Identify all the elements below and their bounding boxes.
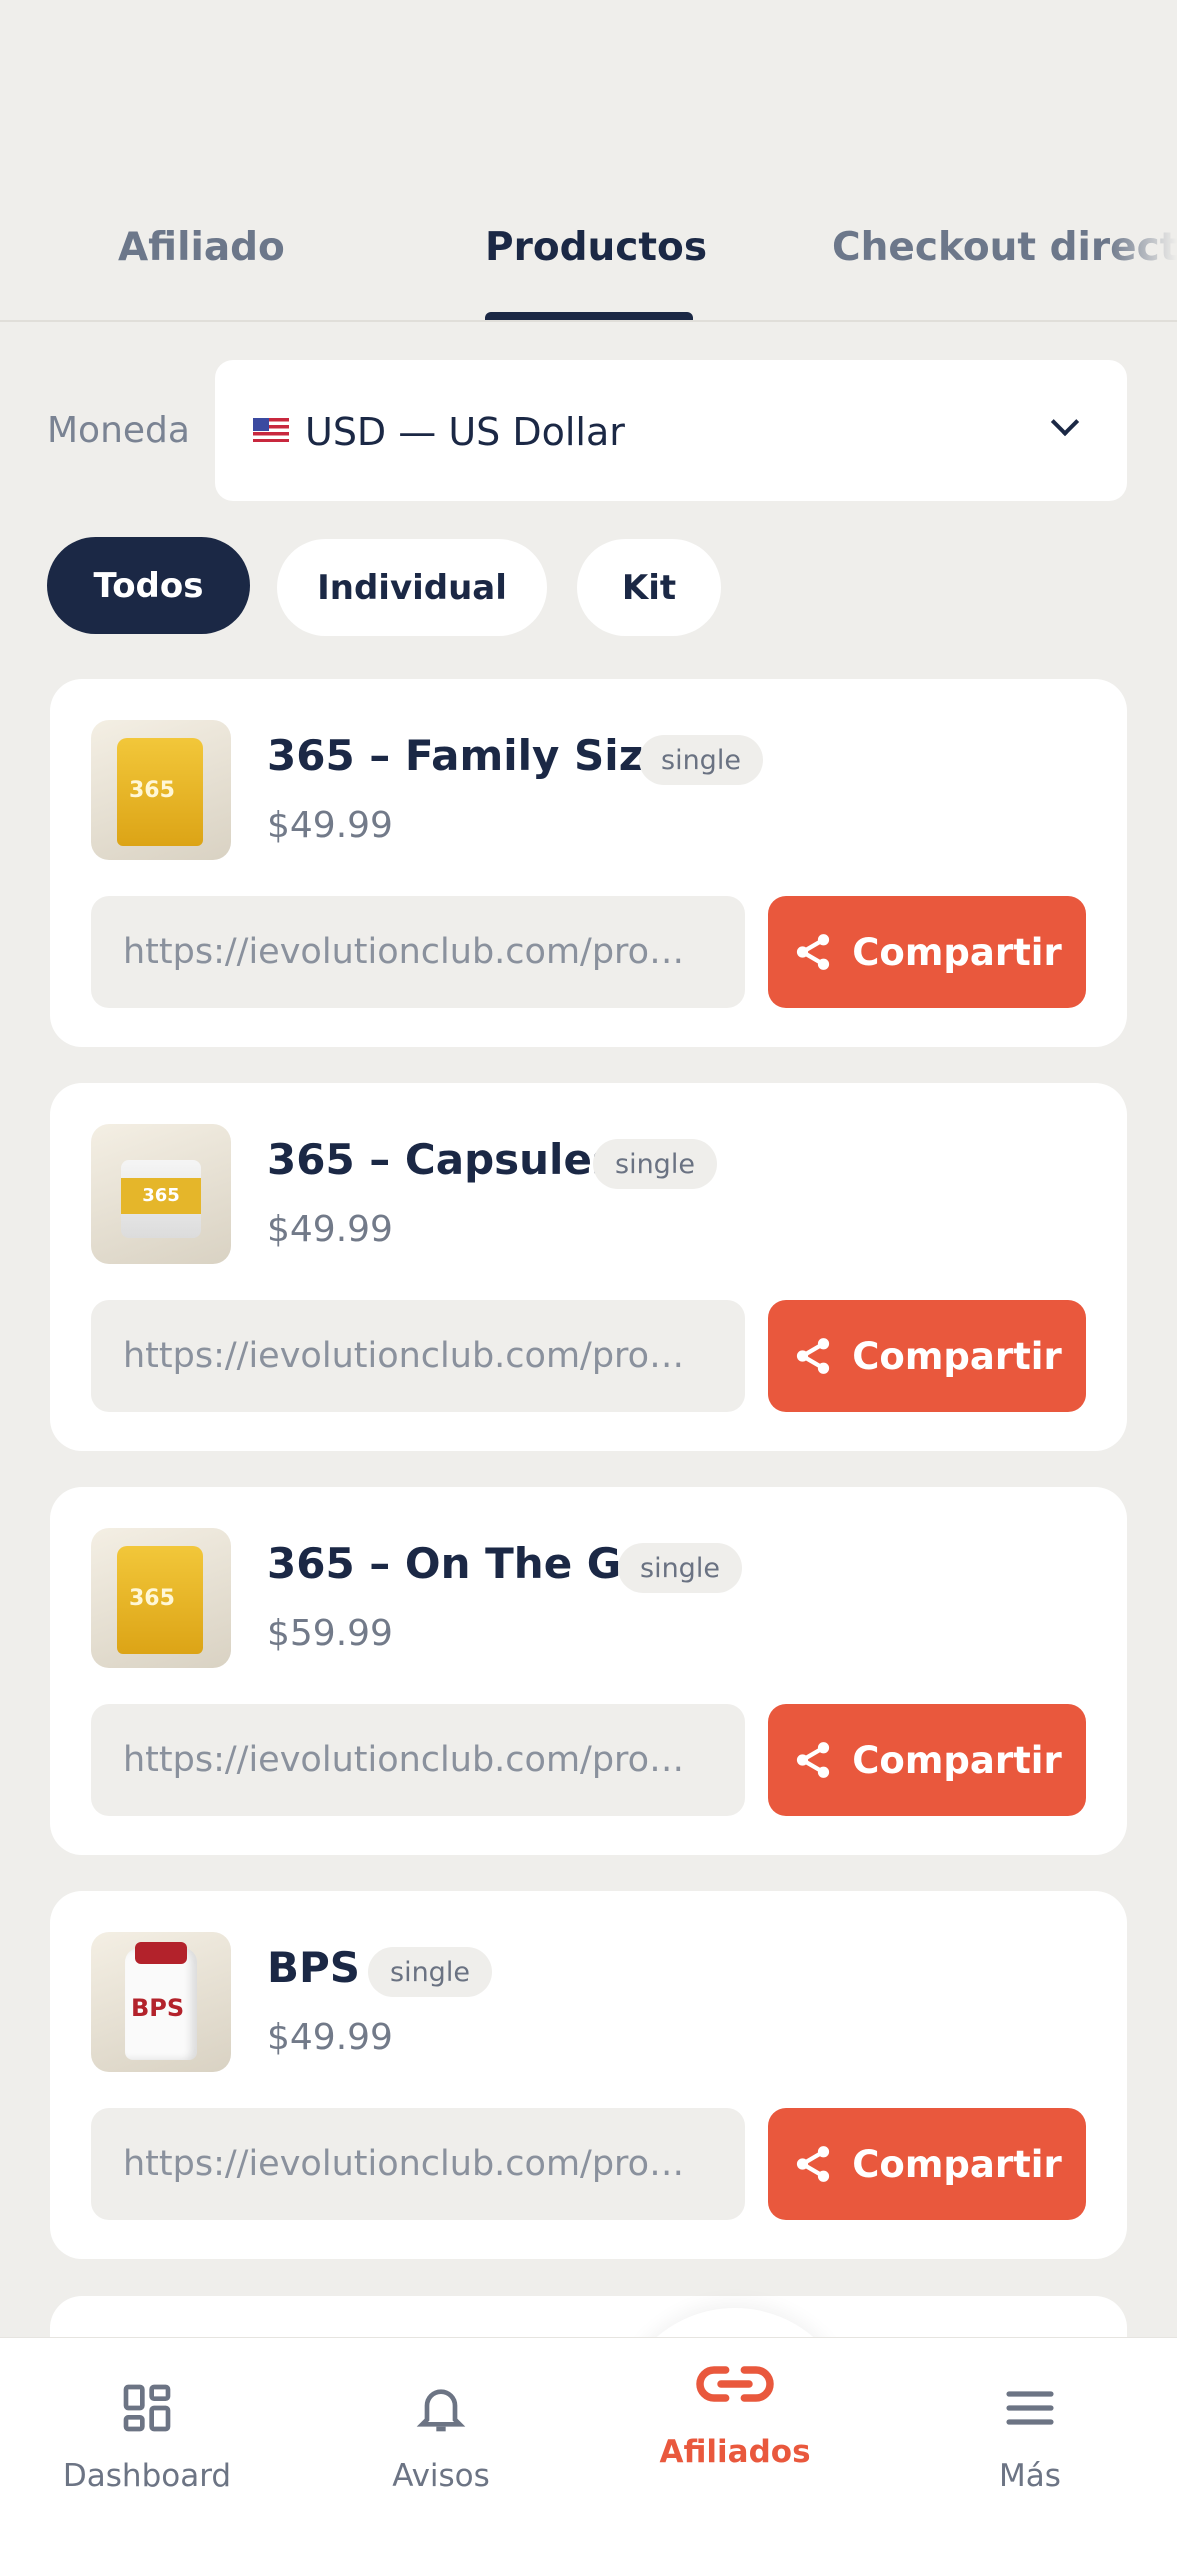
share-button-label: Compartir — [852, 2142, 1062, 2186]
share-button-label: Compartir — [852, 1334, 1062, 1378]
product-price: $49.99 — [267, 1209, 393, 1250]
product-type-badge: single — [368, 1947, 492, 1997]
share-icon — [797, 934, 830, 970]
filter-kit[interactable]: Kit — [577, 539, 721, 636]
product-type-badge: single — [593, 1139, 717, 1189]
currency-select[interactable]: USD — US Dollar — [215, 360, 1127, 501]
affiliate-link-field[interactable]: https://ievolutionclub.com/pro… — [91, 896, 745, 1008]
nav-label: Más — [999, 2458, 1061, 2494]
affiliate-link-field[interactable]: https://ievolutionclub.com/pro… — [91, 2108, 745, 2220]
tab-productos[interactable]: Productos — [485, 225, 707, 270]
share-icon — [797, 1338, 830, 1374]
nav-label: Dashboard — [62, 2458, 232, 2494]
bottom-nav: Dashboard Avisos Afiliados Más — [0, 2337, 1177, 2560]
product-price: $49.99 — [267, 805, 393, 846]
product-image — [91, 720, 231, 860]
product-card: 365 – Capsules single $49.99 https://iev… — [50, 1083, 1127, 1451]
product-image — [91, 1528, 231, 1668]
chevron-down-icon — [1050, 407, 1080, 437]
nav-mas[interactable]: Más — [883, 2380, 1177, 2494]
product-card: 365 – On The Go single $59.99 https://ie… — [50, 1487, 1127, 1855]
link-icon — [696, 2366, 774, 2402]
share-button[interactable]: Compartir — [768, 1300, 1086, 1412]
share-button[interactable]: Compartir — [768, 1704, 1086, 1816]
share-button[interactable]: Compartir — [768, 896, 1086, 1008]
product-name: 365 – Capsules — [267, 1135, 617, 1184]
us-flag-icon — [253, 418, 289, 442]
filter-individual[interactable]: Individual — [277, 539, 547, 636]
product-price: $49.99 — [267, 2017, 393, 2058]
product-name: BPS — [267, 1943, 361, 1992]
product-card: 365 – Family Size single $49.99 https://… — [50, 679, 1127, 1047]
nav-dashboard[interactable]: Dashboard — [0, 2380, 294, 2494]
active-tab-indicator — [485, 312, 693, 320]
nav-label: Avisos — [392, 2458, 490, 2494]
tab-overflow-fade — [1107, 200, 1177, 300]
product-price: $59.99 — [267, 1613, 393, 1654]
affiliate-link-field[interactable]: https://ievolutionclub.com/pro… — [91, 1704, 745, 1816]
affiliate-link-field[interactable]: https://ievolutionclub.com/pro… — [91, 1300, 745, 1412]
product-image — [91, 1932, 231, 2072]
share-icon — [797, 1742, 830, 1778]
nav-afiliados[interactable]: Afiliados — [588, 2356, 882, 2470]
product-name: 365 – Family Size — [267, 731, 672, 780]
product-card: BPS single $49.99 https://ievolutionclub… — [50, 1891, 1127, 2259]
menu-icon — [1006, 2391, 1054, 2425]
dashboard-icon — [123, 2384, 171, 2432]
product-type-badge: single — [618, 1543, 742, 1593]
share-button[interactable]: Compartir — [768, 2108, 1086, 2220]
product-name: 365 – On The Go — [267, 1539, 651, 1588]
currency-label: Moneda — [47, 410, 190, 451]
tab-afiliado[interactable]: Afiliado — [118, 225, 285, 270]
filter-todos[interactable]: Todos — [47, 537, 250, 634]
share-button-label: Compartir — [852, 1738, 1062, 1782]
tab-bar: Afiliado Productos Checkout directo — [0, 0, 1177, 322]
product-type-badge: single — [639, 735, 763, 785]
share-button-label: Compartir — [852, 930, 1062, 974]
product-image — [91, 1124, 231, 1264]
share-icon — [797, 2146, 830, 2182]
nav-avisos[interactable]: Avisos — [294, 2380, 588, 2494]
currency-value: USD — US Dollar — [305, 410, 625, 454]
bell-icon — [416, 2389, 466, 2432]
nav-label: Afiliados — [659, 2434, 811, 2470]
